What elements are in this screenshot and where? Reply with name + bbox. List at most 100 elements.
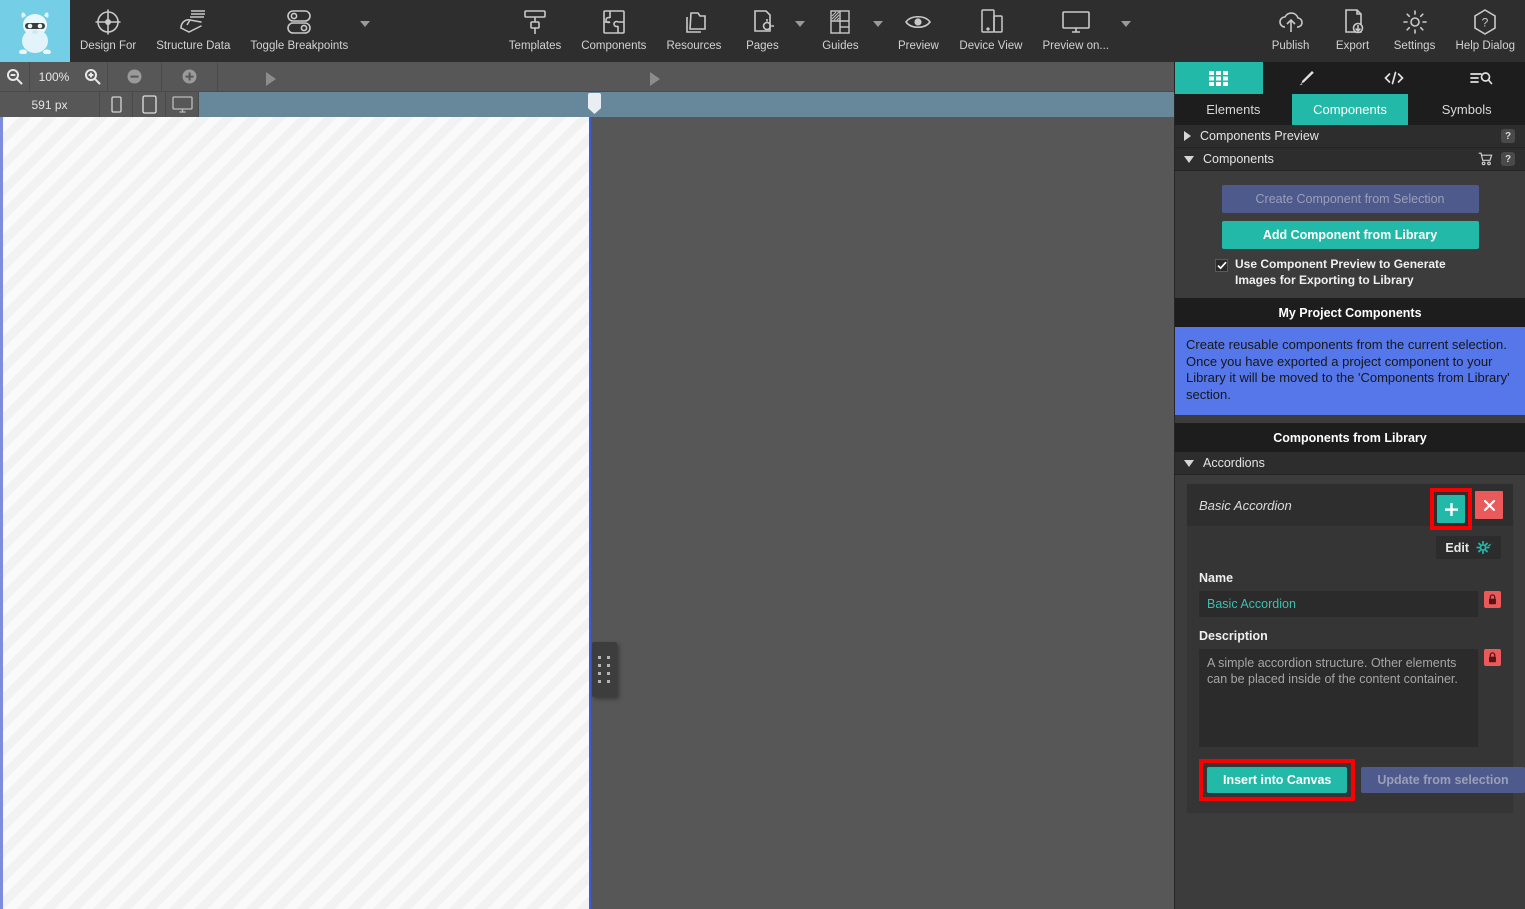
breakpoint-remove-button[interactable]	[108, 61, 162, 92]
component-action-row: Insert into Canvas Update from selection	[1199, 759, 1525, 801]
section-components[interactable]: Components ?	[1175, 148, 1525, 171]
zoom-in-button[interactable]	[78, 61, 108, 92]
update-from-selection-button[interactable]: Update from selection	[1361, 767, 1525, 793]
tab-components[interactable]: Components	[1291, 94, 1409, 125]
device-desktop-button[interactable]	[166, 92, 199, 117]
toolbar-item-structure-data[interactable]: Structure Data	[146, 0, 240, 62]
library-group-body: Basic Accordion Edit Name Basic Accordio…	[1175, 475, 1525, 824]
plus-icon	[1444, 502, 1458, 516]
plus-circle-icon	[182, 69, 197, 84]
right-panel: Elements Components Symbols Components P…	[1174, 62, 1525, 909]
app-logo[interactable]	[0, 0, 70, 62]
toolbar-item-templates[interactable]: Templates	[499, 0, 571, 62]
chevron-down-icon	[873, 21, 884, 27]
device-tablet-button[interactable]	[133, 92, 166, 117]
canvas-width-value: 591 px	[0, 92, 100, 117]
toolbar-item-help-dialog[interactable]: ? Help Dialog	[1446, 0, 1525, 62]
breakpoint-track[interactable]	[199, 92, 1174, 117]
chevron-down-icon	[1184, 155, 1194, 163]
breakpoint-add-button[interactable]	[162, 61, 218, 92]
name-lock-button[interactable]	[1484, 591, 1501, 608]
my-project-components-header: My Project Components	[1175, 298, 1525, 327]
tab-symbols[interactable]: Symbols	[1408, 94, 1525, 125]
add-component-from-library-button[interactable]: Add Component from Library	[1221, 221, 1479, 249]
toolbar-item-guides[interactable]: Guides	[809, 0, 871, 62]
panel-tab-code[interactable]	[1350, 62, 1438, 94]
toolbar-item-preview-on[interactable]: Preview on...	[1032, 0, 1118, 62]
panel-tab-overview[interactable]	[1175, 62, 1263, 94]
help-icon[interactable]: ?	[1501, 152, 1515, 166]
create-component-from-selection-button[interactable]: Create Component from Selection	[1221, 185, 1479, 213]
chevron-down-icon	[795, 21, 806, 27]
breakpoint-marker[interactable]	[650, 71, 660, 86]
toolbar-item-settings[interactable]: Settings	[1384, 0, 1446, 62]
library-group-accordions[interactable]: Accordions	[1175, 452, 1525, 475]
panel-gap	[1175, 415, 1525, 423]
section-components-preview[interactable]: Components Preview ?	[1175, 125, 1525, 148]
insert-into-canvas-button[interactable]: Insert into Canvas	[1207, 767, 1348, 793]
breakpoint-ruler[interactable]	[218, 62, 1174, 92]
toolbar-label: Toggle Breakpoints	[250, 40, 349, 52]
toolbar-label: Device View	[959, 40, 1023, 52]
toolbar-label: Design For	[80, 40, 137, 52]
toolbar-item-publish[interactable]: Publish	[1260, 0, 1322, 62]
zoom-out-button[interactable]	[0, 61, 30, 92]
toolbar-label: Components	[581, 40, 647, 52]
chevron-down-icon	[1120, 21, 1131, 27]
toolbar-item-pages[interactable]: Pages	[731, 0, 793, 62]
design-canvas[interactable]	[0, 117, 591, 909]
canvas-resize-grip[interactable]	[592, 642, 617, 697]
canvas-area[interactable]	[0, 117, 1174, 909]
zoom-level-display[interactable]: 100%	[30, 62, 78, 92]
tab-elements[interactable]: Elements	[1175, 94, 1292, 125]
preview-on-icon	[1059, 5, 1093, 39]
templates-icon	[521, 5, 549, 39]
panel-tabs: Elements Components Symbols	[1175, 94, 1525, 125]
remove-component-button[interactable]	[1475, 491, 1503, 519]
design-for-icon	[93, 5, 123, 39]
use-component-preview-checkbox-row[interactable]: Use Component Preview to Generate Images…	[1215, 257, 1485, 288]
toolbar-item-toggle-breakpoints[interactable]: Toggle Breakpoints	[240, 0, 358, 62]
toolbar-item-preview[interactable]: Preview	[887, 0, 949, 62]
edit-component-button[interactable]: Edit	[1436, 536, 1501, 559]
grip-dots-icon	[598, 655, 611, 684]
help-icon[interactable]: ?	[1501, 129, 1515, 143]
code-icon	[1384, 71, 1404, 85]
edit-row: Edit	[1199, 536, 1501, 559]
device-phone-button[interactable]	[100, 92, 133, 117]
toolbar-item-resources[interactable]: Resources	[656, 0, 731, 62]
panel-tab-search[interactable]	[1438, 62, 1525, 94]
zoom-toolbar: 100%	[0, 61, 1174, 92]
preview-on-dropdown[interactable]	[1119, 0, 1135, 62]
checkbox[interactable]	[1215, 259, 1228, 272]
chevron-down-icon	[1184, 459, 1194, 467]
section-label: Components	[1203, 152, 1274, 166]
breakpoint-handle[interactable]	[588, 93, 601, 114]
panel-icon-tabs	[1175, 62, 1525, 94]
project-components-info-text: Create reusable components from the curr…	[1175, 327, 1525, 415]
breakpoint-marker[interactable]	[266, 71, 276, 86]
component-card-wrapper: Basic Accordion Edit Name Basic Accordio…	[1175, 475, 1525, 824]
panel-tab-styles[interactable]	[1263, 62, 1351, 94]
toolbar-label: Structure Data	[156, 40, 231, 52]
cart-icon[interactable]	[1478, 152, 1493, 166]
description-lock-button[interactable]	[1484, 649, 1501, 666]
toolbar-item-components[interactable]: Components	[571, 0, 656, 62]
toolbar-item-export[interactable]: Export	[1322, 0, 1384, 62]
add-button-highlight	[1430, 488, 1472, 530]
pages-dropdown[interactable]	[793, 0, 809, 62]
toolbar-spacer-right	[1135, 0, 1260, 62]
pages-icon	[748, 5, 776, 39]
guides-dropdown[interactable]	[871, 0, 887, 62]
toggle-breakpoints-dropdown[interactable]	[358, 0, 374, 62]
desktop-icon	[171, 96, 193, 113]
component-name-input[interactable]	[1199, 591, 1478, 617]
gear-icon	[1401, 5, 1429, 39]
chevron-down-icon	[360, 21, 371, 27]
insert-component-add-button[interactable]	[1437, 495, 1465, 523]
component-description-textarea[interactable]	[1199, 649, 1478, 747]
yeti-logo-icon	[19, 12, 51, 54]
toolbar-item-design-for[interactable]: Design For	[70, 0, 146, 62]
check-icon	[1216, 261, 1227, 270]
toolbar-item-device-view[interactable]: Device View	[949, 0, 1032, 62]
